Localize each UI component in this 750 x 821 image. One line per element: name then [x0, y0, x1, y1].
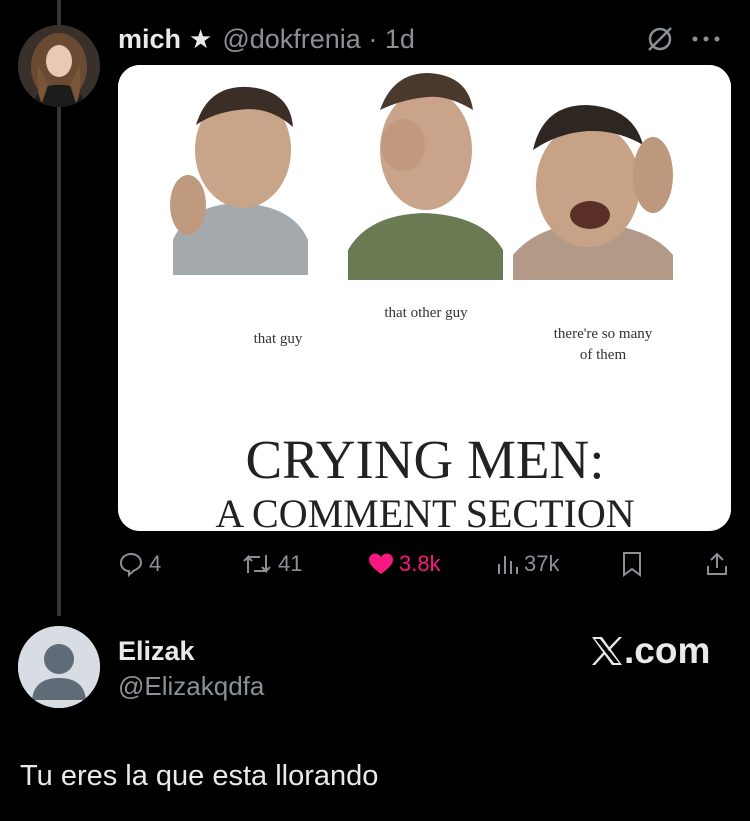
meme-title-line1: CRYING MEN: [245, 429, 604, 490]
caption-so-many-line2: of them [580, 347, 627, 363]
views-button[interactable]: 37k [495, 551, 559, 577]
caption-so-many-line1: there're so many [554, 326, 653, 342]
like-button[interactable]: 3.8k [368, 551, 441, 577]
caption-that-guy: that guy [254, 331, 303, 347]
reply-button[interactable]: 4 [118, 551, 161, 577]
tweet-actions: 4 41 3.8k 37k [118, 551, 731, 583]
star-icon: ★ [189, 23, 213, 54]
author-name[interactable]: mich [118, 24, 181, 55]
reply-icon [119, 552, 143, 577]
x-logo-icon [592, 637, 622, 665]
reply-count: 4 [149, 551, 162, 576]
tweet-top-icons [645, 24, 721, 54]
repost-count: 41 [278, 551, 303, 576]
views-icon [498, 556, 518, 574]
tweet-header: mich ★ @dokfrenia · 1d [118, 22, 415, 56]
bookmark-icon [623, 552, 641, 577]
x-brand: .com [590, 630, 710, 672]
meme-title-line2: A COMMENT SECTION [215, 491, 634, 531]
reply-avatar[interactable] [18, 626, 100, 708]
default-avatar-icon [18, 626, 100, 708]
avatar[interactable] [18, 25, 100, 107]
bookmark-button[interactable] [621, 551, 643, 577]
heart-icon [369, 553, 393, 574]
tweet-media[interactable]: that guy that other guy there're so many… [118, 65, 731, 531]
reply-author-handle[interactable]: @Elizakqdfa [118, 671, 264, 702]
share-button[interactable] [705, 551, 729, 577]
more-icon[interactable] [691, 34, 721, 44]
brand-domain: .com [624, 630, 711, 671]
like-count: 3.8k [399, 551, 441, 576]
reply-author-name[interactable]: Elizak [118, 636, 195, 667]
meme-image: that guy that other guy there're so many… [118, 65, 731, 531]
repost-icon [243, 554, 271, 574]
repost-button[interactable]: 41 [241, 551, 302, 577]
grok-icon[interactable] [645, 24, 675, 54]
share-icon [707, 552, 727, 575]
reply-text: Tu eres la que esta llorando [20, 760, 379, 792]
caption-that-other-guy: that other guy [384, 305, 468, 321]
views-count: 37k [524, 551, 560, 576]
author-handle-time[interactable]: @dokfrenia · 1d [222, 24, 415, 55]
avatar-photo [18, 25, 100, 107]
